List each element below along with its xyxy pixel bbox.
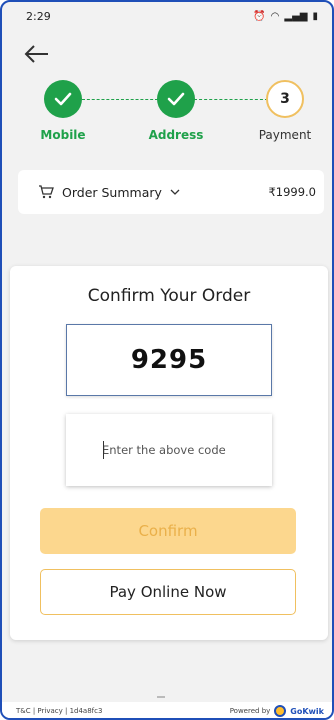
checkout-stepper: Mobile Address 3 Payment: [2, 80, 332, 152]
code-input[interactable]: [66, 414, 272, 486]
step-connector: [194, 99, 268, 100]
order-amount: ₹1999.0: [268, 185, 316, 199]
order-summary-label: Order Summary: [62, 184, 162, 200]
powered-by-label: Powered by: [229, 707, 271, 715]
footer-links[interactable]: T&C | Privacy | 1d4a8fc3: [16, 707, 102, 715]
confirm-order-card: Confirm Your Order 9295 Confirm Pay Onli…: [10, 266, 328, 640]
gokwik-logo-icon: [274, 705, 287, 717]
signal-icon: ▂▄▆: [284, 10, 308, 22]
step-mobile-check-icon: [44, 80, 82, 118]
drag-handle: [157, 696, 165, 698]
brand-name: GoKwik: [290, 706, 324, 716]
text-cursor: [103, 441, 104, 459]
footer: T&C | Privacy | 1d4a8fc3 Powered by GoKw…: [2, 702, 332, 718]
step-mobile-label: Mobile: [40, 128, 86, 142]
back-arrow-icon[interactable]: [22, 42, 52, 66]
app-frame: 2:29 ⏰ ◠ ▂▄▆ ▮ Mobile Address 3 Payment …: [0, 0, 334, 720]
order-summary-bar[interactable]: Order Summary ₹1999.0: [18, 170, 324, 214]
step-address-check-icon: [157, 80, 195, 118]
status-time: 2:29: [26, 9, 51, 23]
alarm-icon: ⏰: [253, 10, 266, 22]
step-payment-number: 3: [266, 80, 304, 118]
captcha-code: 9295: [66, 324, 272, 396]
chevron-down-icon: [170, 189, 180, 195]
step-connector: [82, 99, 158, 100]
cart-icon: [39, 185, 54, 199]
status-icons: ⏰ ◠ ▂▄▆ ▮: [253, 11, 318, 22]
wifi-icon: ◠: [270, 10, 280, 22]
step-address-label: Address: [148, 128, 204, 142]
pay-online-button[interactable]: Pay Online Now: [40, 569, 296, 615]
status-bar: 2:29 ⏰ ◠ ▂▄▆ ▮: [2, 2, 332, 30]
powered-by: Powered by GoKwik: [230, 705, 324, 717]
step-payment-label: Payment: [258, 128, 312, 142]
card-title: Confirm Your Order: [87, 286, 251, 306]
confirm-button[interactable]: Confirm: [40, 508, 296, 554]
battery-icon: ▮: [312, 10, 318, 22]
